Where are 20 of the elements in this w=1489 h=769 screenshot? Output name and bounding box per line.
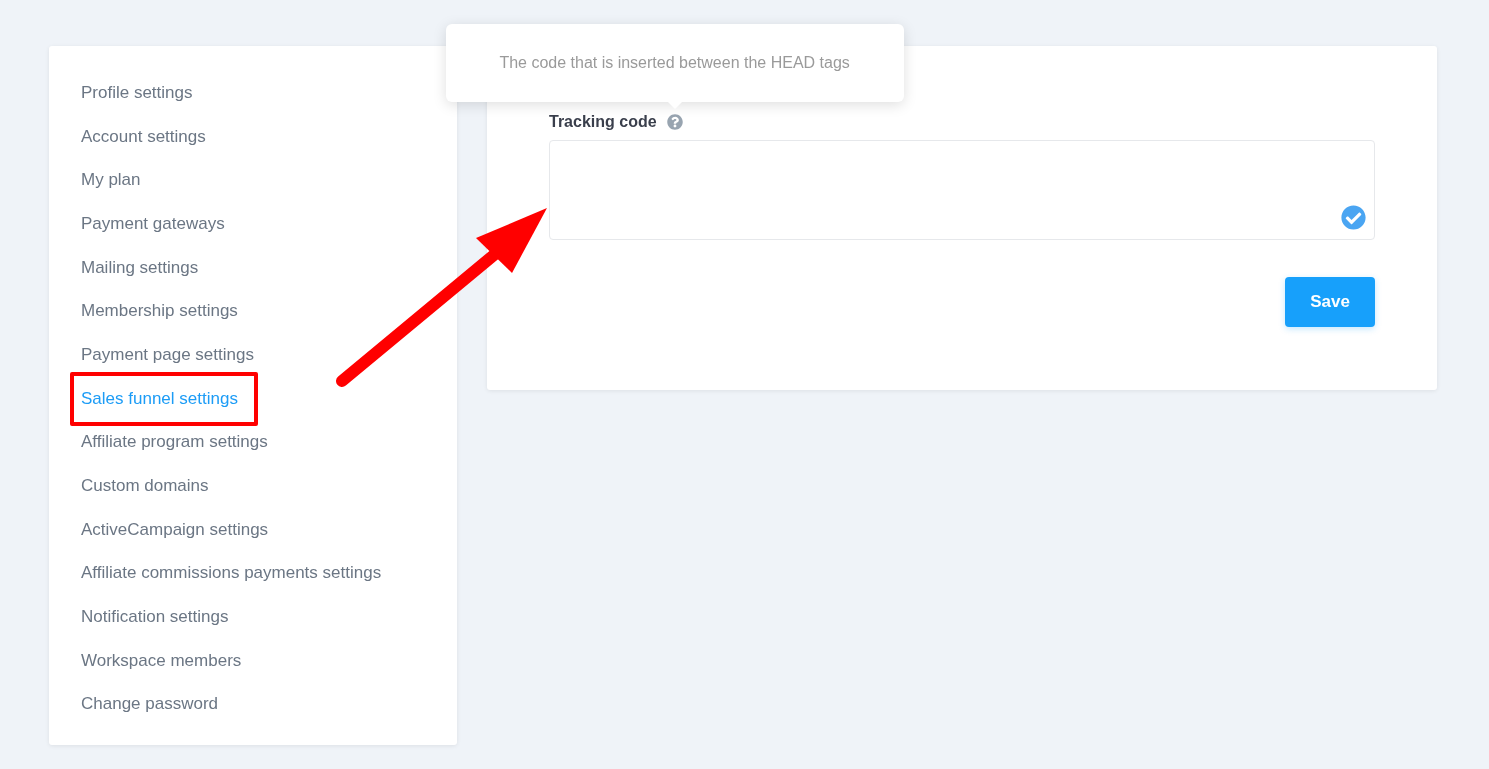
sidebar-link[interactable]: Mailing settings bbox=[81, 256, 199, 279]
sidebar-link[interactable]: Payment page settings bbox=[81, 343, 254, 366]
sidebar-link[interactable]: Affiliate program settings bbox=[81, 431, 268, 454]
sidebar-link[interactable]: Sales funnel settings bbox=[81, 387, 238, 410]
field-label: Tracking code bbox=[549, 112, 657, 132]
help-icon[interactable] bbox=[666, 114, 683, 130]
sidebar-link[interactable]: Custom domains bbox=[81, 475, 209, 498]
save-button[interactable]: Save bbox=[1285, 277, 1375, 327]
sidebar-link[interactable]: Membership settings bbox=[81, 300, 238, 323]
sidebar-link[interactable]: Account settings bbox=[81, 125, 206, 148]
sidebar-link[interactable]: My plan bbox=[81, 169, 141, 192]
sidebar-link[interactable]: Change password bbox=[81, 693, 219, 716]
tooltip-text: The code that is inserted between the HEAD tags bbox=[499, 53, 850, 73]
sidebar-link[interactable]: Payment gateways bbox=[81, 212, 225, 235]
sidebar-link[interactable]: Affiliate commissions payments settings bbox=[81, 562, 382, 585]
sidebar-link[interactable]: Notification settings bbox=[81, 606, 229, 629]
sidebar-link[interactable]: Profile settings bbox=[81, 81, 193, 104]
sidebar-link[interactable]: ActiveCampaign settings bbox=[81, 518, 269, 541]
tracking-code-field[interactable] bbox=[549, 140, 1375, 240]
sidebar-link[interactable]: Workspace members bbox=[81, 649, 242, 672]
